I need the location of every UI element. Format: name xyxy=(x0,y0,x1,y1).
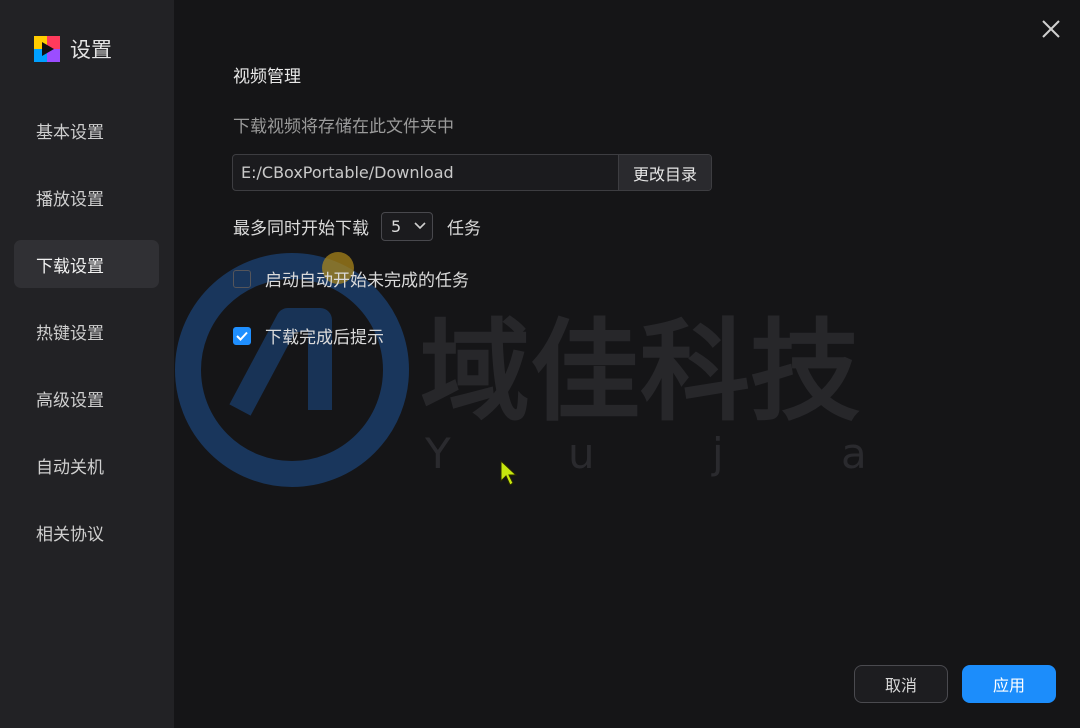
download-path-group: 更改目录 xyxy=(232,154,712,191)
watermark-text: 域佳科技 xyxy=(420,308,860,436)
section-title: 视频管理 xyxy=(233,67,301,87)
auto-start-label: 启动自动开始未完成的任务 xyxy=(265,271,469,291)
download-path-input[interactable] xyxy=(233,155,618,190)
max-tasks-label: 最多同时开始下载 xyxy=(233,218,369,239)
max-tasks-value: 5 xyxy=(391,216,402,236)
checkmark-icon xyxy=(236,331,248,341)
sidebar-item-download[interactable]: 下载设置 xyxy=(14,240,159,288)
max-tasks-suffix: 任务 xyxy=(447,218,481,239)
close-button[interactable] xyxy=(1036,14,1066,44)
cancel-button[interactable]: 取消 xyxy=(854,665,948,703)
chevron-down-icon xyxy=(414,222,426,230)
change-directory-button[interactable]: 更改目录 xyxy=(618,155,711,190)
auto-start-checkbox[interactable] xyxy=(233,269,251,288)
sidebar-item-advanced[interactable]: 高级设置 xyxy=(14,374,159,422)
sidebar-item-auto-shutdown[interactable]: 自动关机 xyxy=(14,441,159,489)
max-tasks-select[interactable]: 5 xyxy=(381,211,433,241)
folder-hint: 下载视频将存储在此文件夹中 xyxy=(233,117,454,137)
sidebar-item-basic[interactable]: 基本设置 xyxy=(14,106,159,154)
notify-checkbox[interactable] xyxy=(233,326,251,345)
sidebar-nav: 基本设置 播放设置 下载设置 热键设置 高级设置 自动关机 相关协议 xyxy=(14,106,159,575)
watermark-subtext: Y u j a xyxy=(424,429,890,478)
sidebar-item-hotkeys[interactable]: 热键设置 xyxy=(14,307,159,355)
notify-option[interactable]: 下载完成后提示 xyxy=(233,323,384,348)
app-header: 设置 xyxy=(34,34,112,64)
sidebar-item-playback[interactable]: 播放设置 xyxy=(14,173,159,221)
app-title: 设置 xyxy=(70,38,112,62)
cbox-logo-icon xyxy=(34,36,60,62)
sidebar-item-agreements[interactable]: 相关协议 xyxy=(14,508,159,556)
max-tasks-row: 最多同时开始下载 5 任务 xyxy=(233,211,481,241)
close-icon xyxy=(1042,20,1060,38)
auto-start-option[interactable]: 启动自动开始未完成的任务 xyxy=(233,266,469,291)
notify-label: 下载完成后提示 xyxy=(265,328,384,348)
apply-button[interactable]: 应用 xyxy=(962,665,1056,703)
mouse-cursor-icon xyxy=(500,460,518,486)
sidebar: 设置 基本设置 播放设置 下载设置 热键设置 高级设置 自动关机 相关协议 xyxy=(0,0,174,728)
